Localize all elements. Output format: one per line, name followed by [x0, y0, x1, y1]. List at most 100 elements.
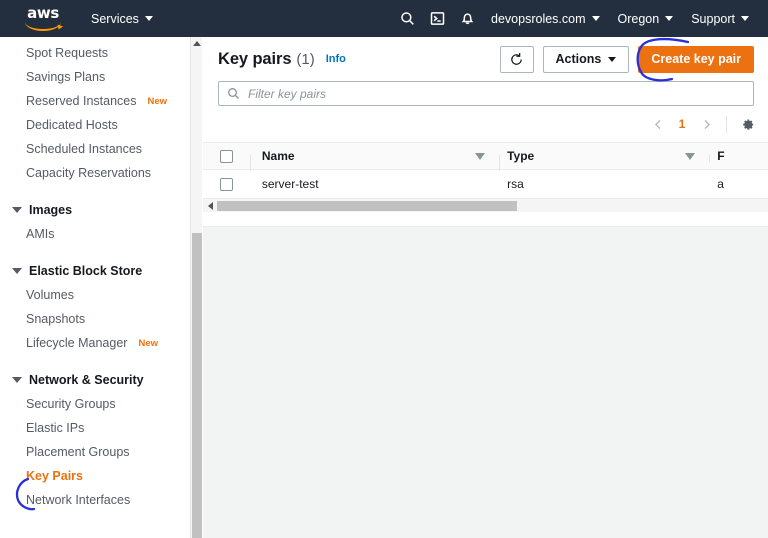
- row-checkbox-cell[interactable]: [203, 177, 250, 191]
- sidebar-item-placement-groups[interactable]: Placement Groups: [0, 440, 190, 464]
- bell-icon: [461, 13, 473, 25]
- page-title: Key pairs: [218, 49, 292, 68]
- key-pairs-table: Name Type F server-test rsa a: [203, 142, 768, 212]
- scroll-up-arrow-icon[interactable]: [191, 37, 203, 50]
- key-pairs-panel: Key pairs (1) Info Actions Create key pa…: [203, 37, 768, 227]
- sidebar-item-label: Savings Plans: [26, 70, 106, 84]
- aws-logo-text: aws: [27, 3, 59, 22]
- sidebar-item-key-pairs[interactable]: Key Pairs: [0, 464, 190, 488]
- column-divider: [709, 155, 711, 163]
- sidebar-item-lifecycle-manager[interactable]: Lifecycle Manager New: [0, 331, 190, 355]
- cloudshell-icon: [430, 12, 444, 25]
- sidebar-item-volumes[interactable]: Volumes: [0, 283, 190, 307]
- filter-row: [203, 81, 768, 106]
- main-content-area: Key pairs (1) Info Actions Create key pa…: [203, 37, 768, 538]
- notifications-button[interactable]: [452, 0, 482, 37]
- sidebar-group-elastic-block-store[interactable]: Elastic Block Store: [0, 258, 190, 283]
- sidebar-item-elastic-ips[interactable]: Elastic IPs: [0, 416, 190, 440]
- aws-ec2-console: aws Services devopsroles.com Oregon Supp…: [0, 0, 768, 538]
- sidebar-item-label: Elastic Block Store: [29, 263, 143, 278]
- column-header-name-label: Name: [261, 149, 295, 163]
- column-header-name[interactable]: Name: [249, 149, 499, 171]
- sidebar-item-list: Spot Requests Savings Plans Reserved Insta…: [0, 41, 190, 512]
- sidebar-item-dedicated-hosts[interactable]: Dedicated Hosts: [0, 113, 190, 137]
- sidebar-group-spacer: [0, 355, 190, 367]
- search-icon: [228, 88, 239, 99]
- pagination-controls: 1: [203, 106, 768, 142]
- sidebar-item-label: AMIs: [26, 227, 55, 241]
- previous-page-button[interactable]: [645, 111, 671, 137]
- actions-button-label: Actions: [555, 52, 602, 66]
- sidebar-item-label: Reserved Instances: [26, 94, 137, 108]
- sidebar-scrollbar-thumb[interactable]: [192, 233, 202, 538]
- sidebar-item-snapshots[interactable]: Snapshots: [0, 307, 190, 331]
- select-all-checkbox[interactable]: [219, 149, 233, 163]
- chevron-down-icon: [665, 16, 674, 21]
- sidebar-item-label: Snapshots: [26, 312, 86, 326]
- sidebar-item-reserved-instances[interactable]: Reserved Instances New: [0, 89, 190, 113]
- sort-descending-icon[interactable]: [475, 152, 486, 160]
- search-icon: [400, 12, 414, 25]
- sidebar-item-scheduled-instances[interactable]: Scheduled Instances: [0, 137, 190, 161]
- sidebar-item-label: Network & Security: [29, 372, 144, 387]
- sidebar-item-savings-plans[interactable]: Savings Plans: [0, 65, 190, 89]
- search-button[interactable]: [392, 0, 422, 37]
- aws-logo-smile: [25, 22, 61, 31]
- sort-descending-icon[interactable]: [685, 152, 696, 160]
- select-all-checkbox-cell[interactable]: [203, 149, 250, 163]
- create-key-pair-button[interactable]: Create key pair: [638, 45, 754, 73]
- sidebar-item-label: Network Interfaces: [26, 493, 131, 507]
- sidebar-item-network-interfaces[interactable]: Network Interfaces: [0, 488, 190, 512]
- page-number[interactable]: 1: [671, 117, 693, 131]
- column-divider: [249, 155, 251, 171]
- ec2-sidebar-navigation[interactable]: Spot Requests Savings Plans Reserved Insta…: [0, 37, 190, 538]
- table-row[interactable]: server-test rsa a: [203, 170, 768, 198]
- pagination-divider: [726, 115, 727, 133]
- sidebar-item-label: Images: [29, 202, 73, 217]
- search-input[interactable]: [248, 86, 745, 101]
- sidebar-item-label: Dedicated Hosts: [26, 118, 118, 132]
- services-menu[interactable]: Services: [82, 0, 162, 37]
- caret-down-icon: [12, 376, 22, 383]
- preferences-button[interactable]: [734, 111, 760, 137]
- refresh-button[interactable]: [499, 45, 534, 73]
- sidebar-item-label: Volumes: [26, 288, 74, 302]
- aws-logo[interactable]: aws: [22, 3, 64, 32]
- caret-down-icon: [12, 267, 22, 274]
- sidebar-item-label: Lifecycle Manager: [26, 336, 128, 350]
- column-header-type-label: Type: [507, 149, 535, 163]
- sidebar-group-network-security[interactable]: Network & Security: [0, 367, 190, 392]
- scroll-left-arrow-icon[interactable]: [203, 199, 217, 213]
- support-menu[interactable]: Support: [682, 0, 758, 37]
- account-menu[interactable]: devopsroles.com: [482, 0, 609, 37]
- actions-button[interactable]: Actions: [542, 45, 630, 73]
- column-header-type[interactable]: Type: [499, 149, 709, 171]
- row-checkbox[interactable]: [219, 177, 233, 191]
- table-horizontal-scrollbar[interactable]: [203, 198, 768, 212]
- top-navigation-bar: aws Services devopsroles.com Oregon Supp…: [0, 0, 768, 37]
- sidebar-scrollbar[interactable]: [190, 37, 202, 538]
- sidebar-group-images[interactable]: Images: [0, 197, 190, 222]
- chevron-right-icon: [704, 119, 710, 129]
- sidebar-item-spot-requests[interactable]: Spot Requests: [0, 41, 190, 65]
- sidebar-group-spacer: [0, 246, 190, 258]
- next-page-button[interactable]: [693, 111, 719, 137]
- chevron-down-icon: [608, 56, 617, 62]
- sidebar-item-security-groups[interactable]: Security Groups: [0, 392, 190, 416]
- sidebar-item-label: Scheduled Instances: [26, 142, 143, 156]
- region-menu-label: Oregon: [617, 11, 660, 26]
- cloudshell-button[interactable]: [422, 0, 452, 37]
- sidebar-item-amis[interactable]: AMIs: [0, 222, 190, 246]
- filter-key-pairs-box[interactable]: [218, 81, 754, 106]
- panel-header: Key pairs (1) Info Actions Create key pa…: [203, 37, 768, 81]
- column-header-fingerprint[interactable]: F: [709, 149, 768, 163]
- sidebar-item-capacity-reservations[interactable]: Capacity Reservations: [0, 161, 190, 185]
- horizontal-scrollbar-thumb[interactable]: [217, 201, 517, 211]
- chevron-down-icon: [741, 16, 749, 21]
- region-menu[interactable]: Oregon: [609, 0, 683, 37]
- table-header-row: Name Type F: [203, 142, 768, 171]
- info-link[interactable]: Info: [326, 53, 346, 65]
- new-badge: New: [147, 95, 168, 107]
- cell-type: rsa: [507, 177, 524, 191]
- new-badge: New: [138, 337, 158, 349]
